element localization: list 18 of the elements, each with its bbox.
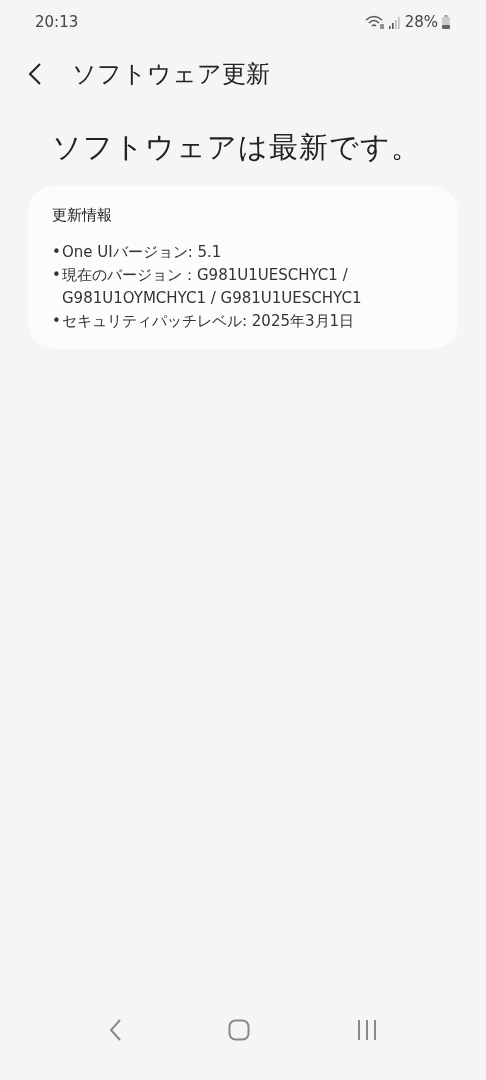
bullet: • [52, 265, 62, 286]
battery-icon [442, 15, 450, 29]
info-text: 現在のバージョン：G981U1UESCHYC1 / G981U1OYMCHYC1 / G981U1UESCHYC1 [62, 265, 363, 309]
battery-percent: 28% [404, 13, 438, 31]
info-text: セキュリティパッチレベル: 2025年3月1日 [62, 311, 355, 332]
page-title: ソフトウェア更新 [72, 59, 270, 90]
wifi-icon [364, 14, 385, 30]
status-headline: ソフトウェアは最新です。 [51, 129, 422, 166]
back-icon [28, 62, 42, 86]
bullet: • [52, 311, 62, 332]
home-icon [228, 1019, 250, 1041]
signal-icon [388, 15, 401, 29]
status-time: 20:13 [35, 13, 79, 31]
bullet: • [52, 242, 62, 263]
recents-icon [356, 1019, 378, 1041]
back-icon [108, 1018, 122, 1042]
card-title: 更新情報 [52, 206, 113, 225]
info-text: One UIバージョン: 5.1 [62, 242, 222, 263]
